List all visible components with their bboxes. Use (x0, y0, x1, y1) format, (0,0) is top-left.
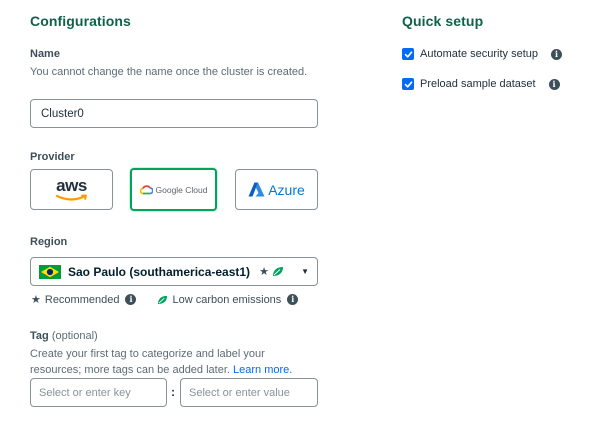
region-label: Region (30, 236, 68, 248)
name-label: Name (30, 48, 60, 60)
learn-more-link[interactable]: Learn more. (233, 364, 292, 376)
tag-label-row: Tag (optional) (30, 330, 98, 342)
provider-aws-card[interactable]: aws (30, 169, 113, 210)
azure-logo: Azure (248, 182, 305, 198)
leaf-icon (158, 295, 168, 304)
recommended-legend-label: Recommended (44, 293, 120, 306)
region-legend: ★ Recommended i Low carbon emissions i (31, 293, 299, 306)
recommended-info-icon[interactable]: i (125, 294, 137, 305)
name-description: You cannot change the name once the clus… (30, 66, 308, 78)
tag-description-block: Create your first tag to categorize and … (30, 346, 308, 378)
automate-security-label: Automate security setup (420, 48, 539, 60)
azure-icon (248, 182, 265, 197)
tag-value-placeholder: Select or enter value (189, 386, 290, 399)
tag-description: Create your first tag to categorize and … (30, 348, 265, 376)
check-icon (404, 80, 412, 88)
tag-label: Tag (30, 330, 49, 342)
configurations-title: Configurations (30, 13, 131, 29)
tag-key-input[interactable]: Select or enter key (30, 378, 167, 407)
chevron-down-icon: ▼ (301, 267, 309, 276)
star-icon: ★ (31, 294, 41, 306)
google-cloud-logo: Google Cloud (139, 184, 208, 195)
preload-dataset-info-icon[interactable]: i (548, 78, 560, 90)
aws-smile-icon (55, 194, 87, 201)
tag-key-placeholder: Select or enter key (39, 386, 131, 399)
low-carbon-leaf-icon (272, 267, 283, 276)
aws-logo-text: aws (56, 175, 87, 195)
provider-google-cloud-card[interactable]: Google Cloud (130, 168, 217, 211)
aws-logo: aws (55, 175, 89, 202)
automate-security-checkbox[interactable] (402, 48, 414, 60)
preload-dataset-label: Preload sample dataset (420, 78, 536, 90)
preload-dataset-checkbox[interactable] (402, 78, 414, 90)
low-carbon-info-icon[interactable]: i (287, 294, 299, 305)
tag-optional: (optional) (51, 330, 98, 342)
brazil-flag-icon (39, 264, 61, 279)
automate-security-info-icon[interactable]: i (551, 48, 563, 60)
google-cloud-icon (139, 184, 153, 194)
cluster-name-input[interactable]: Cluster0 (30, 99, 318, 128)
region-select[interactable]: Sao Paulo (southamerica-east1) ★ ▼ (30, 257, 318, 286)
region-selected-value: Sao Paulo (southamerica-east1) (68, 264, 251, 279)
automate-security-option: Automate security setup i (402, 48, 563, 60)
preload-dataset-option: Preload sample dataset i (402, 78, 560, 90)
tag-separator: : (171, 385, 175, 399)
tag-value-input[interactable]: Select or enter value (180, 378, 318, 407)
cluster-name-value: Cluster0 (41, 107, 84, 120)
low-carbon-legend-label: Low carbon emissions (172, 293, 282, 306)
quick-setup-title: Quick setup (402, 13, 484, 29)
provider-label: Provider (30, 151, 75, 163)
google-cloud-text: Google Cloud (155, 184, 208, 195)
check-icon (404, 50, 412, 58)
recommended-star-icon: ★ (259, 266, 269, 278)
provider-azure-card[interactable]: Azure (235, 169, 318, 210)
azure-text: Azure (268, 181, 305, 198)
